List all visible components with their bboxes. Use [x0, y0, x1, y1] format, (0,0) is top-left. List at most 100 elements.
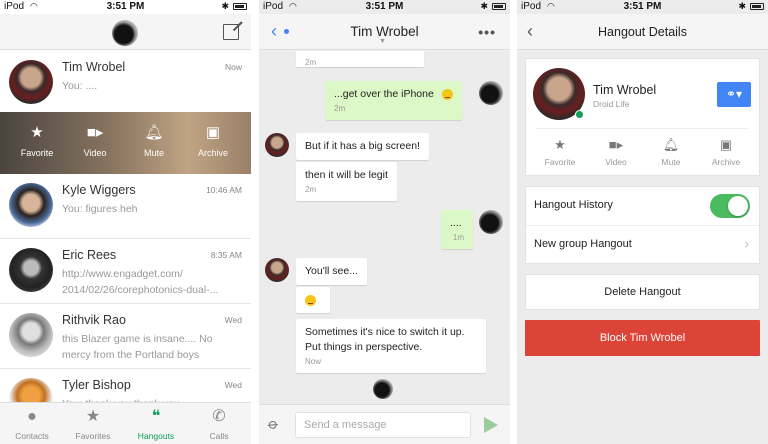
avatar [265, 133, 289, 157]
battery-icon [492, 3, 506, 10]
message-preview: this Blazer game is insane.... No mercy … [62, 333, 213, 361]
avatar [479, 210, 503, 234]
settings-card: Hangout History New group Hangout › [525, 186, 760, 264]
battery-icon [233, 3, 247, 10]
more-options-icon[interactable]: ••• [478, 24, 496, 40]
tab-bar: ● Contacts ★ Favorites ❝ Hangouts ✆ Call… [0, 402, 251, 444]
conversation-time: Now [224, 62, 242, 72]
delete-label: Delete Hangout [604, 286, 681, 298]
tab-label: Contacts [15, 431, 49, 441]
message-composer: ⌀ [259, 404, 510, 444]
emoji-icon [305, 294, 316, 306]
conversation-row[interactable]: Rithvik Rao Wed this Blazer game is insa… [0, 304, 251, 369]
video-label: Video [83, 148, 107, 158]
hangouts-icon: ❝ [151, 408, 161, 425]
archive-label: Archive [197, 148, 228, 158]
video-label: Video [605, 157, 627, 167]
status-bar: iPod ◠ 3:51 PM ✱ [517, 0, 768, 14]
block-contact-button[interactable]: Block Tim Wrobel [525, 320, 760, 356]
chevron-down-icon[interactable]: ▼ [379, 38, 386, 45]
tab-label: Hangouts [137, 431, 175, 441]
message-text: .... [450, 217, 462, 229]
contact-name: Tim Wrobel [62, 60, 126, 74]
compose-icon[interactable] [223, 24, 239, 40]
avatar [9, 60, 53, 104]
swipe-actions: ★ Favorite ■▸ Video 🔔︎ Mute ▣ Archive [0, 112, 251, 174]
favorite-button[interactable]: ★ Favorite [534, 137, 586, 167]
hangout-history-toggle[interactable] [710, 194, 750, 218]
unread-dot [284, 29, 289, 34]
bluetooth-icon: ✱ [738, 1, 746, 11]
favorite-label: Favorite [544, 157, 576, 167]
profile-avatar[interactable] [112, 20, 138, 46]
back-icon[interactable]: ‹ [527, 22, 533, 40]
chat-title[interactable]: Tim Wrobel [299, 24, 470, 39]
share-button[interactable]: ⚭▾ [717, 82, 751, 107]
contact-subtitle: Droid Life [593, 99, 630, 109]
mute-label: Mute [661, 157, 681, 167]
message-bubble [296, 287, 330, 313]
message-text: ...get over the iPhone [334, 88, 434, 100]
video-camera-icon: ■▸ [86, 124, 104, 141]
archive-button[interactable]: ▣ Archive [700, 137, 752, 167]
conversation-time: 8:35 AM [210, 250, 242, 260]
video-button[interactable]: ■▸ Video [590, 137, 642, 167]
message-input[interactable] [295, 412, 471, 438]
avatar [265, 258, 289, 282]
message-bubble: But if it has a big screen! [296, 133, 429, 160]
avatar [9, 248, 53, 292]
chevron-right-icon: › [744, 236, 749, 251]
message-preview: You: figures heh [62, 203, 138, 215]
message-list[interactable]: 2m ...get over the iPhone 2m But if it h… [259, 51, 510, 406]
status-bar: iPod ◠ 3:51 PM ✱ [0, 0, 251, 14]
message-text: You'll see... [305, 265, 358, 277]
message-bubble: .... 1m [441, 210, 473, 249]
back-icon[interactable]: ‹ [271, 22, 277, 40]
archive-button[interactable]: ▣ Archive [188, 124, 238, 158]
attachment-icon[interactable]: ⌀ [264, 414, 282, 434]
online-status-icon [575, 110, 584, 119]
bluetooth-icon: ✱ [221, 1, 229, 11]
archive-label: Archive [711, 157, 741, 167]
phone-icon: ✆ [212, 408, 226, 425]
conversation-row[interactable]: Eric Rees 8:35 AM http://www.engadget.co… [0, 239, 251, 304]
block-label: Block Tim Wrobel [599, 332, 686, 344]
delete-hangout-button[interactable]: Delete Hangout [525, 274, 760, 310]
bell-icon: 🔔︎ [662, 137, 680, 152]
tab-label: Favorites [75, 431, 111, 441]
bell-icon: 🔔︎ [144, 124, 164, 141]
message-bubble: Sometimes it's nice to switch it up. Put… [296, 319, 486, 373]
chat-screen: iPod ◠ 3:51 PM ✱ ‹ Tim Wrobel ▼ ••• 2m .… [259, 0, 510, 444]
tab-contacts[interactable]: ● Contacts [2, 407, 62, 441]
message-text: Sometimes it's nice to switch it up. Put… [305, 326, 465, 353]
contact-name: Kyle Wiggers [62, 183, 136, 197]
divider [536, 128, 749, 129]
avatar [9, 313, 53, 357]
video-button[interactable]: ■▸ Video [70, 124, 120, 158]
link-icon: ⚭▾ [725, 87, 743, 101]
mute-button[interactable]: 🔔︎ Mute [645, 137, 697, 167]
star-icon: ★ [30, 124, 44, 141]
message-time: 2m [305, 58, 317, 67]
contact-name: Tim Wrobel [593, 83, 657, 97]
contact-name: Rithvik Rao [62, 313, 126, 327]
tab-calls[interactable]: ✆ Calls [189, 407, 249, 441]
contact-card: Tim Wrobel Droid Life ⚭▾ ★ Favorite ■▸ V… [525, 58, 760, 176]
conversation-time: 10:46 AM [206, 185, 242, 195]
send-icon[interactable] [484, 417, 498, 433]
favorite-button[interactable]: ★ Favorite [12, 124, 62, 158]
status-time: 3:51 PM [623, 1, 662, 12]
hangout-history-row: Hangout History [526, 187, 759, 225]
conversation-row[interactable]: Tim Wrobel Now You: .... [0, 51, 251, 116]
message-bubble: 2m [296, 51, 424, 67]
conversation-row[interactable]: Kyle Wiggers 10:46 AM You: figures heh [0, 174, 251, 239]
tab-hangouts[interactable]: ❝ Hangouts [126, 407, 186, 441]
message-preview: You: .... [62, 80, 98, 92]
new-group-hangout-row[interactable]: New group Hangout › [526, 226, 759, 264]
contact-name: Tyler Bishop [62, 378, 131, 392]
message-time: 2m [305, 185, 317, 194]
mute-button[interactable]: 🔔︎ Mute [129, 124, 179, 158]
tab-favorites[interactable]: ★ Favorites [63, 407, 123, 441]
status-bar: iPod ◠ 3:51 PM ✱ [259, 0, 510, 14]
message-time: Now [305, 357, 322, 366]
